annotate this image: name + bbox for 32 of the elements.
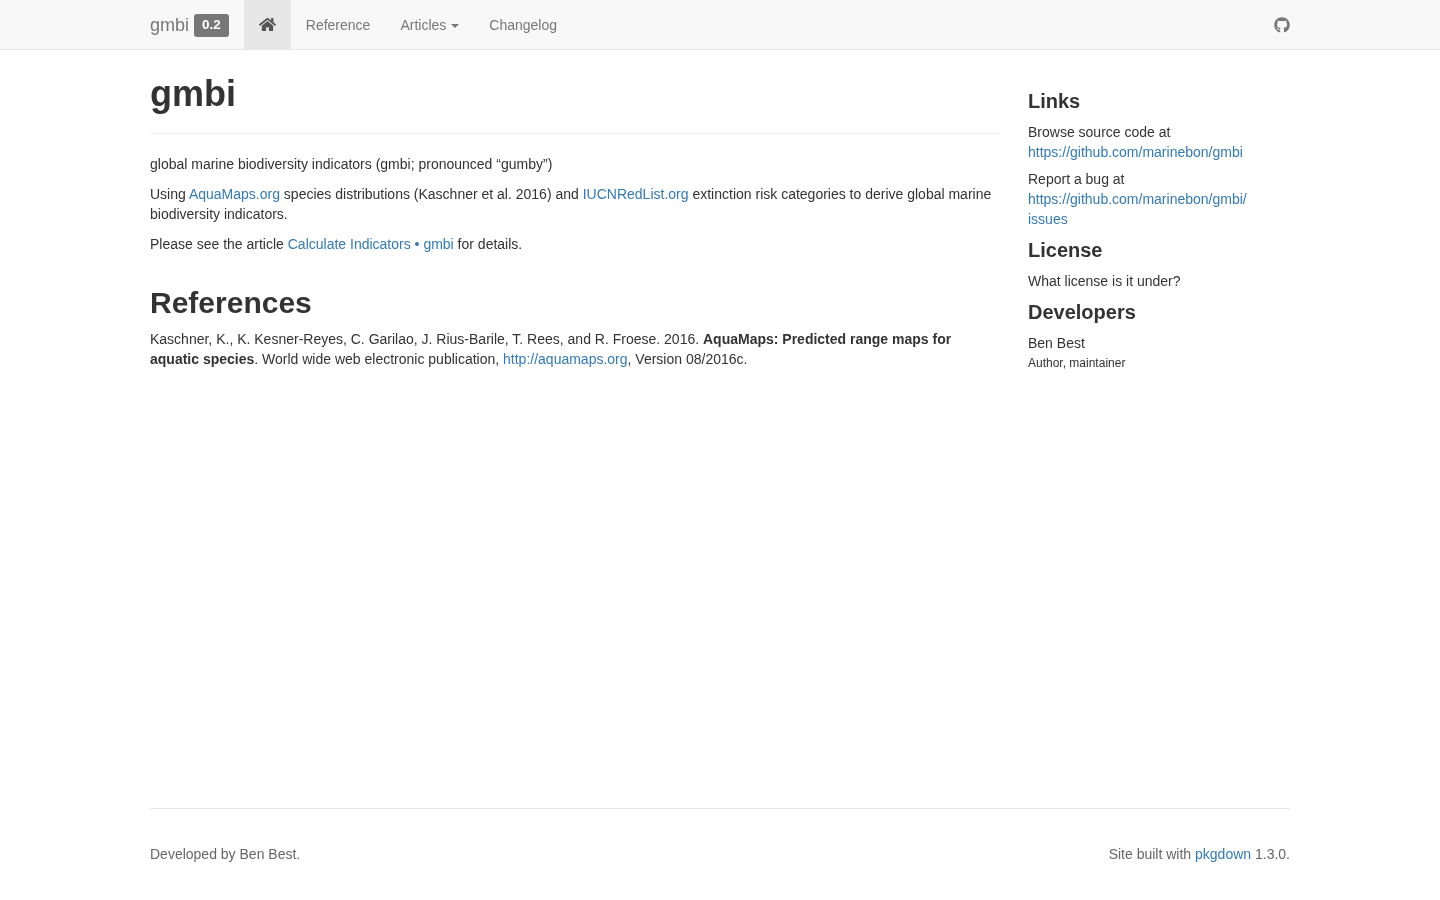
description-text: global marine biodiversity indicators (gmbi; pronounced “gumby”) [150, 155, 554, 174]
nav-dropdown[interactable]: Articles [385, 0, 475, 49]
site-title[interactable]: gmbi [150, 14, 189, 35]
developer-role: Author, maintainer [1028, 355, 1126, 372]
inline-link[interactable]: pkgdown [1195, 846, 1252, 862]
description-text: Using AquaMaps.org species distributions (Kaschner et al. 2016) and IUCNRedList.org extinction risk categories to derive global marine biodiversity indicators. [150, 185, 993, 224]
sidebar-heading: Developers [1028, 301, 1137, 323]
page-title: gmbi [150, 74, 237, 114]
license-text: What license is it under? [1028, 272, 1181, 291]
description-text: Please see the article Calculate Indicators • gmbi for details. [150, 235, 524, 254]
inline-link[interactable]: AquaMaps.org [188, 186, 280, 202]
inline-link[interactable]: Calculate Indicators • gmbi [287, 236, 454, 252]
inline-link[interactable]: IUCNRedList.org [582, 186, 689, 202]
github-icon[interactable] [1274, 16, 1290, 33]
footer-text: Developed by Ben Best. [150, 845, 301, 864]
reference-text: Kaschner, K., K. Kesner-Reyes, C. Garilao, J. Rius-Barile, T. Rees, and R. Froese. 2016. AquaMaps: Predicted range maps for aquatic species. World wide web electronic publication, http://aquamaps.org, Version 08/2016c. [150, 330, 953, 369]
nav-link[interactable]: Changelog [474, 0, 573, 49]
inline-link[interactable]: http://aquamaps.org [503, 351, 628, 367]
nav-link[interactable]: Reference [290, 0, 386, 49]
developer-name: Ben Best [1028, 334, 1085, 353]
caret-icon [451, 23, 460, 28]
home-icon [258, 16, 276, 33]
home-tab[interactable] [243, 0, 291, 49]
footer-credit: Site built with pkgdown 1.3.0. [1108, 845, 1290, 864]
link-caption: Browse source code at [1028, 123, 1171, 142]
url-link[interactable]: https://github.com/marinebon/gmbi [1028, 142, 1243, 162]
sidebar-heading: Links [1028, 90, 1082, 112]
link-caption: Report a bug at [1028, 170, 1125, 189]
version-badge: 0.2 [194, 14, 229, 37]
sidebar-heading: License [1028, 239, 1104, 261]
section-heading: References [150, 286, 313, 319]
url-link[interactable]: https://github.com/marinebon/gmbi/issues [1028, 189, 1273, 229]
